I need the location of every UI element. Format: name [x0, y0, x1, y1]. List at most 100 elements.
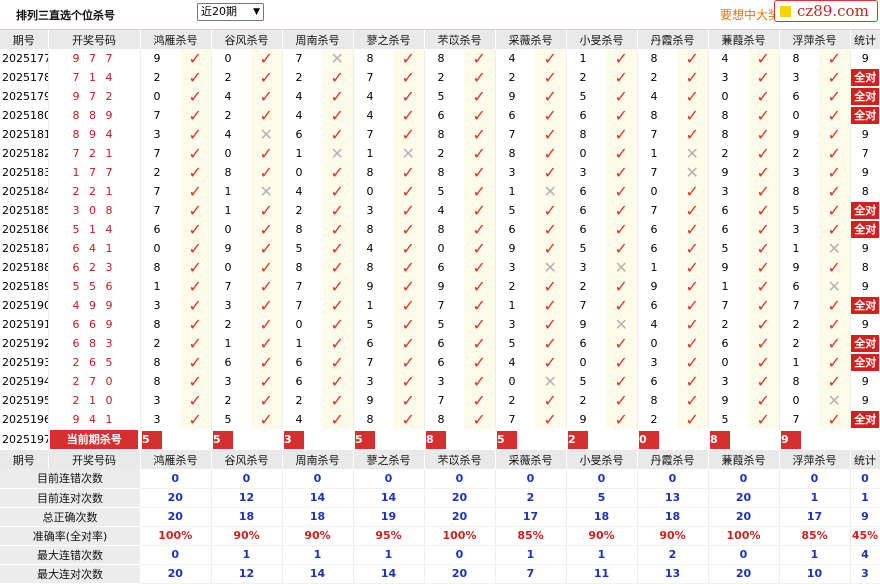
- check-icon: ✓: [756, 163, 770, 182]
- issue-number: 2025181: [0, 125, 49, 144]
- hit-mark: ✓: [535, 220, 567, 239]
- hit-mark: ✓: [819, 220, 851, 239]
- column-header: 小旻杀号: [566, 450, 638, 469]
- hit-mark: ✓: [464, 258, 496, 277]
- kill-digit: 8: [508, 147, 516, 160]
- cross-icon: ✕: [330, 49, 344, 68]
- hit-mark: ✕: [819, 277, 851, 296]
- kill-digit: 2: [224, 318, 232, 331]
- hit-mark: ✓: [748, 87, 780, 106]
- check-icon: ✓: [401, 258, 415, 277]
- kill-digit: 4: [508, 52, 516, 65]
- kill-digit: 9: [508, 242, 516, 255]
- hit-mark: ✓: [748, 106, 780, 125]
- stats-value: 14: [282, 488, 354, 508]
- kill-digit: 2: [295, 394, 303, 407]
- check-icon: ✓: [543, 106, 557, 125]
- hit-mark: ✓: [251, 410, 283, 429]
- check-icon: ✓: [685, 334, 699, 353]
- check-icon: ✓: [401, 68, 415, 87]
- kill-digit: 7: [508, 128, 516, 141]
- stats-value: 17: [779, 507, 851, 527]
- column-header: 浮萍杀号: [779, 450, 851, 469]
- kill-digit: 1: [366, 147, 374, 160]
- kill-digit: 2: [508, 280, 516, 293]
- check-icon: ✓: [188, 296, 202, 315]
- kill-digit: 8: [721, 128, 729, 141]
- hit-mark: ✓: [748, 277, 780, 296]
- check-icon: ✓: [188, 334, 202, 353]
- kill-digit: 4: [295, 413, 303, 426]
- column-header: 周南杀号: [282, 450, 354, 469]
- kill-digit: 8: [153, 375, 161, 388]
- column-header: 芣苡杀号: [424, 450, 496, 469]
- hit-mark: ✓: [322, 296, 354, 315]
- kill-digit: 0: [224, 223, 232, 236]
- kill-digit: 6: [792, 280, 800, 293]
- kill-digit: 2: [579, 71, 587, 84]
- stats-value: 1: [353, 545, 425, 565]
- row-stat: 全对: [849, 296, 880, 315]
- stats-row: 目前连对次数 20 12 14 14 20 2 5 13 20 1 1: [0, 488, 880, 508]
- column-header: 蓼之杀号: [353, 450, 425, 469]
- stats-label: 最大连错次数: [0, 545, 140, 565]
- stats-value: 14: [353, 564, 425, 584]
- check-icon: ✓: [756, 201, 770, 220]
- cross-icon: ✕: [827, 391, 841, 410]
- check-icon: ✓: [188, 353, 202, 372]
- stats-value: 90%: [282, 526, 354, 546]
- issue-number: 2025186: [0, 220, 49, 239]
- hit-mark: ✓: [464, 182, 496, 201]
- kill-digit: 8: [366, 223, 374, 236]
- current-kill-digit: 5: [213, 430, 233, 449]
- kill-digit: 3: [508, 318, 516, 331]
- stats-value: 20: [424, 507, 496, 527]
- stats-value: 90%: [637, 526, 709, 546]
- kill-digit: 1: [224, 337, 232, 350]
- kill-digit: 2: [508, 71, 516, 84]
- check-icon: ✓: [259, 334, 273, 353]
- cross-icon: ✕: [330, 144, 344, 163]
- hit-mark: ✓: [322, 315, 354, 334]
- stats-row: 目前连错次数 0 0 0 0 0 0 0 0 0 0 0: [0, 469, 880, 489]
- kill-digit: 4: [295, 109, 303, 122]
- hit-mark: ✓: [606, 296, 638, 315]
- hit-mark: ✓: [606, 68, 638, 87]
- draw-number: 7 2 1: [48, 144, 141, 163]
- hit-mark: ✓: [251, 87, 283, 106]
- kill-digit: 8: [792, 185, 800, 198]
- kill-digit: 6: [508, 223, 516, 236]
- check-icon: ✓: [330, 410, 344, 429]
- kill-digit: 2: [437, 147, 445, 160]
- draw-number: 6 2 3: [48, 258, 141, 277]
- table-row: 2025196 9 4 1 3 ✓ 5 ✓ 4 ✓ 8 ✓ 8 ✓ 7 ✓ 9 ✓ 2 ✓ 5 ✓ 7 ✓ 全对: [0, 410, 880, 429]
- site-logo[interactable]: cz89.com: [774, 0, 878, 22]
- kill-digit: 3: [153, 394, 161, 407]
- row-stat: 9: [849, 125, 880, 144]
- row-stat: 9: [849, 239, 880, 258]
- table-row: 2025183 1 7 7 2 ✓ 8 ✓ 0 ✓ 8 ✓ 8 ✓ 3 ✓ 3 ✓ 7 ✕ 9 ✓ 3 ✓ 9: [0, 163, 880, 182]
- period-select[interactable]: 近20期 ▼: [197, 3, 264, 21]
- check-icon: ✓: [259, 106, 273, 125]
- check-icon: ✓: [543, 334, 557, 353]
- stats-value: 1: [495, 545, 567, 565]
- hit-mark: ✓: [677, 239, 709, 258]
- kill-digit: 6: [579, 109, 587, 122]
- table-header: 期号 开奖号码 鸿雁杀号 谷风杀号 周南杀号 蓼之杀号 芣苡杀号 采薇杀号 小旻杀号 丹霞杀号 蒹葭…: [0, 30, 880, 49]
- current-kill-digit: 9: [781, 430, 801, 449]
- check-icon: ✓: [401, 353, 415, 372]
- hit-mark: ✓: [677, 353, 709, 372]
- stats-value: 3: [850, 564, 880, 584]
- check-icon: ✓: [685, 372, 699, 391]
- kill-digit: 1: [650, 261, 658, 274]
- kill-digit: 7: [721, 299, 729, 312]
- check-icon: ✓: [330, 353, 344, 372]
- hit-mark: ✓: [322, 182, 354, 201]
- check-icon: ✓: [188, 277, 202, 296]
- kill-digit: 5: [579, 242, 587, 255]
- hit-mark: ✕: [677, 144, 709, 163]
- promo-text[interactable]: 要想中大奖: [720, 6, 780, 23]
- kill-digit: 9: [224, 242, 232, 255]
- check-icon: ✓: [756, 296, 770, 315]
- check-icon: ✓: [472, 201, 486, 220]
